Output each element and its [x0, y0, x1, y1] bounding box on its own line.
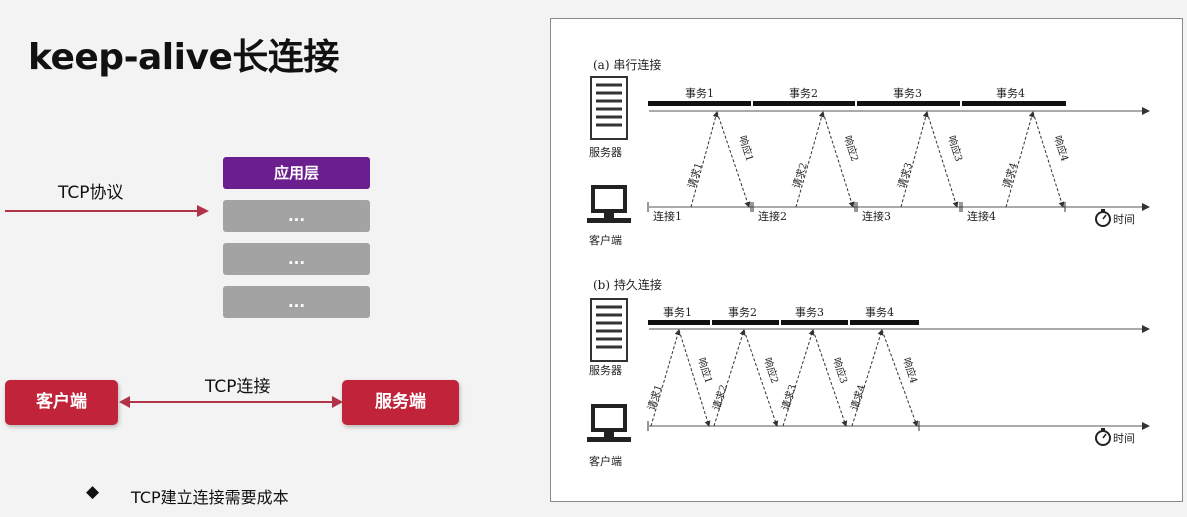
client-label: 客户端: [589, 233, 622, 247]
transaction-label: 事务3: [893, 87, 922, 100]
server-label: 服务器: [589, 364, 622, 377]
transaction-label: 事务2: [728, 306, 757, 319]
caption-b: (b) 持久连接: [593, 277, 662, 292]
response-label: 响应1: [695, 356, 716, 385]
layer-item: ...: [223, 200, 370, 232]
time-label: 时间: [1113, 432, 1135, 445]
transaction-label: 事务2: [789, 87, 818, 100]
diamond-bullet-icon: ◆: [86, 482, 100, 502]
response-label: 响应2: [761, 356, 782, 385]
request-label: 请求2: [789, 161, 810, 190]
bullet-text: TCP建立连接需要成本: [131, 488, 289, 507]
request-label: 请求3: [778, 383, 799, 412]
client-box: 客户端: [5, 380, 118, 425]
transaction-label: 事务4: [865, 306, 894, 319]
double-arrow-icon: [119, 396, 343, 408]
transaction-label: 事务1: [685, 87, 714, 100]
connection-diagram-panel: (a) 串行连接 服务器 客户端 事务1 事务2 事务3 事务4 请求1 请求2…: [550, 18, 1183, 502]
tcp-arrow-icon: [5, 205, 209, 217]
computer-icon: [587, 185, 631, 223]
response-label: 响应3: [830, 356, 851, 385]
response-label: 响应2: [841, 134, 862, 163]
stopwatch-icon: [1095, 209, 1111, 227]
transaction-label: 事务1: [663, 306, 692, 319]
connection-label: 连接4: [967, 210, 996, 223]
server-icon: [590, 298, 628, 362]
connection-label: 连接3: [862, 210, 891, 223]
transaction-label: 事务4: [996, 87, 1025, 100]
request-label: 请求3: [894, 161, 915, 190]
layer-item: ...: [223, 243, 370, 275]
response-label: 响应4: [1051, 134, 1072, 163]
response-label: 响应4: [900, 356, 921, 385]
stopwatch-icon: [1095, 428, 1111, 446]
connection-label: 连接1: [653, 210, 682, 223]
response-label: 响应1: [736, 134, 757, 163]
caption-a: (a) 串行连接: [593, 57, 661, 72]
layer-application: 应用层: [223, 157, 370, 189]
transaction-label: 事务3: [795, 306, 824, 319]
time-label: 时间: [1113, 213, 1135, 226]
response-label: 响应3: [945, 134, 966, 163]
server-label: 服务器: [589, 146, 622, 159]
page-title: keep-alive长连接: [28, 37, 339, 78]
computer-icon: [587, 404, 631, 442]
request-label: 请求4: [999, 161, 1020, 190]
connection-label: 连接2: [758, 210, 787, 223]
layer-item: ...: [223, 286, 370, 318]
request-label: 请求1: [644, 383, 665, 412]
server-icon: [590, 76, 628, 140]
request-label: 请求1: [684, 161, 705, 190]
tcp-protocol-label: TCP协议: [58, 183, 124, 203]
server-box: 服务端: [342, 380, 459, 425]
request-label: 请求4: [847, 383, 868, 412]
request-label: 请求2: [709, 383, 730, 412]
client-label: 客户端: [589, 454, 622, 468]
